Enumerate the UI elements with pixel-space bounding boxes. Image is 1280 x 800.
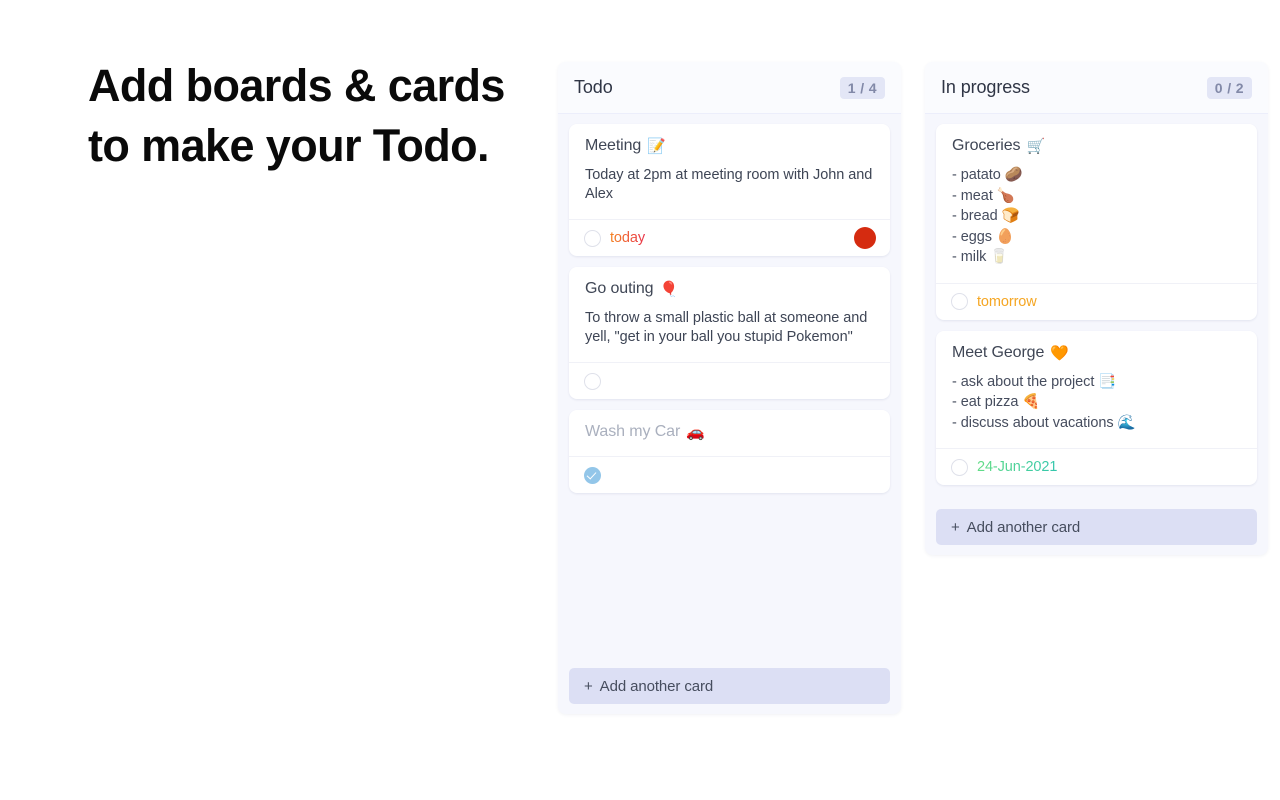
card-body: Meeting 📝 Today at 2pm at meeting room wit…: [569, 124, 890, 219]
plus-icon: +: [951, 518, 960, 536]
card-footer-left: today: [584, 229, 645, 247]
add-another-card-button[interactable]: + Add another card: [569, 668, 890, 704]
card-footer-left: [584, 466, 601, 484]
balloon-icon: 🎈: [659, 281, 679, 298]
checklist-item: - eat pizza 🍕: [952, 394, 1041, 410]
checkbox-empty-icon[interactable]: [584, 372, 601, 390]
card-description: Today at 2pm at meeting room with John a…: [585, 167, 873, 202]
card-footer: 24-Jun-2021: [936, 448, 1257, 485]
page-title-lead: Add: [88, 60, 174, 111]
task-card[interactable]: Wash my Car 🚗: [569, 410, 890, 493]
checklist-item: - patato 🥔: [952, 167, 1023, 183]
card-title: Meeting 📝: [585, 137, 874, 155]
card-footer: [569, 456, 890, 493]
card-title: Meet George 🧡: [952, 344, 1241, 362]
page-title: Add boards & cards to make your Todo.: [88, 56, 508, 176]
checkbox-empty-icon[interactable]: [584, 229, 601, 247]
board-column-in-progress: In progress 0 / 2 Groceries 🛒 - patato 🥔 - me…: [925, 62, 1268, 555]
card-title-text: Go outing: [585, 280, 654, 297]
checkbox-checked-icon[interactable]: [584, 466, 601, 484]
task-card[interactable]: Meeting 📝 Today at 2pm at meeting room wit…: [569, 124, 890, 256]
card-footer: [569, 362, 890, 399]
card-title-text: Groceries: [952, 137, 1021, 154]
card-due-date: today: [610, 230, 645, 246]
checklist-item: - discuss about vacations 🌊: [952, 414, 1136, 431]
shopping-cart-icon: 🛒: [1026, 138, 1046, 155]
card-footer: today: [569, 219, 890, 256]
checklist-item: - meat 🍗: [952, 187, 1015, 204]
card-title-text: Meet George: [952, 343, 1045, 361]
card-footer-left: 24-Jun-2021: [951, 458, 1058, 476]
card-body: Wash my Car 🚗: [569, 410, 890, 456]
checklist-item: - eggs 🥚: [952, 228, 1014, 245]
checklist-item: - ask about the project 📑: [952, 373, 1117, 390]
card-due-date: 24-Jun-2021: [977, 459, 1058, 475]
checklist-item: - milk 🥛: [952, 249, 1009, 265]
column-cards-todo: Meeting 📝 Today at 2pm at meeting room wit…: [558, 114, 901, 658]
add-another-card-label: Add another card: [966, 518, 1081, 536]
card-due-date: tomorrow: [977, 293, 1037, 310]
card-body: Meet George 🧡 - ask about the project 📑 - e…: [936, 331, 1257, 449]
column-header-todo: Todo 1 / 4: [558, 62, 901, 114]
card-body: Go outing 🎈 To throw a small plastic ball …: [569, 267, 890, 362]
board-column-todo: Todo 1 / 4 Meeting 📝 Today at 2pm at meeting…: [558, 62, 901, 714]
column-count-badge: 0 / 2: [1206, 76, 1252, 99]
card-checklist: - patato 🥔 - meat 🍗 - bread 🍞 - eggs 🥚 - mil…: [952, 165, 1241, 268]
card-checklist: - ask about the project 📑 - eat pizza 🍕 - …: [952, 372, 1241, 434]
task-card[interactable]: Go outing 🎈 To throw a small plastic ball …: [569, 267, 890, 399]
card-title-text: Meeting: [585, 137, 642, 154]
card-description: To throw a small plastic ball at someone…: [585, 310, 868, 345]
card-footer-left: [584, 372, 601, 390]
column-cards-in-progress: Groceries 🛒 - patato 🥔 - meat 🍗 - bread 🍞 - e…: [925, 114, 1268, 499]
checkbox-empty-icon[interactable]: [951, 293, 968, 310]
card-footer: tomorrow: [936, 282, 1257, 320]
card-body: Groceries 🛒 - patato 🥔 - meat 🍗 - bread 🍞 - e…: [936, 124, 1257, 283]
priority-dot-icon[interactable]: [854, 227, 876, 249]
car-icon: 🚗: [686, 424, 705, 441]
orange-heart-icon: 🧡: [1050, 344, 1069, 362]
card-footer-left: tomorrow: [951, 293, 1037, 310]
memo-icon: 📝: [647, 138, 666, 155]
checkbox-empty-icon[interactable]: [951, 458, 968, 476]
column-title: Todo: [574, 77, 613, 97]
add-another-card-label: Add another card: [599, 677, 714, 695]
card-title: Go outing 🎈: [585, 280, 874, 298]
task-card[interactable]: Meet George 🧡 - ask about the project 📑 - e…: [936, 330, 1257, 485]
checklist-item: - bread 🍞: [952, 208, 1020, 224]
card-title: Wash my Car 🚗: [585, 423, 874, 441]
column-count-badge: 1 / 4: [839, 76, 885, 99]
card-title: Groceries 🛒: [952, 137, 1241, 155]
card-title-text: Wash my Car: [585, 423, 681, 440]
task-card[interactable]: Groceries 🛒 - patato 🥔 - meat 🍗 - bread 🍞 - e…: [936, 124, 1257, 320]
add-another-card-button[interactable]: + Add another card: [936, 509, 1257, 545]
column-title: In progress: [941, 77, 1030, 97]
page-root: Add boards & cards to make your Todo. To…: [0, 0, 1280, 800]
column-header-in-progress: In progress 0 / 2: [925, 62, 1268, 114]
kanban-board: Todo 1 / 4 Meeting 📝 Today at 2pm at meeting…: [558, 62, 1268, 714]
plus-icon: +: [584, 677, 593, 695]
